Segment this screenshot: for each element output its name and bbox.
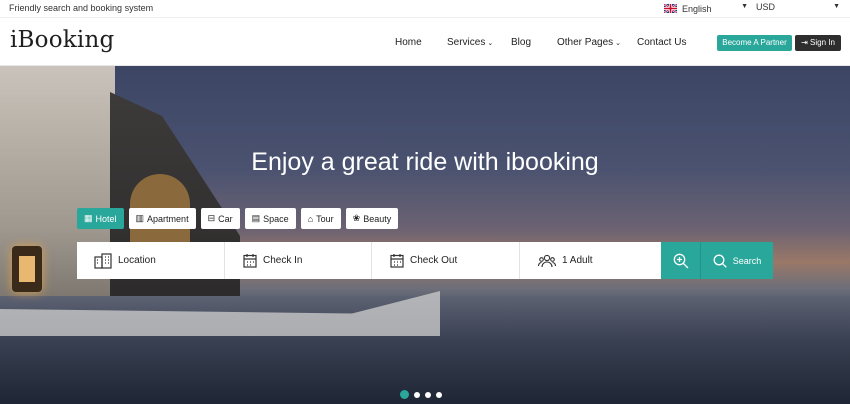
sign-in-button[interactable]: ⇥ Sign In [795, 35, 841, 51]
tab-space-label: Space [263, 213, 289, 224]
caret-down-icon: ▼ [741, 3, 748, 10]
location-label: Location [118, 255, 156, 266]
apartment-icon: ▥ [135, 213, 145, 223]
uk-flag-icon [663, 3, 678, 14]
location-field[interactable]: Location [77, 242, 225, 279]
carousel-dot[interactable] [436, 391, 442, 398]
tab-car-label: Car [218, 213, 233, 224]
hero-headline: Enjoy a great ride with ibooking [251, 148, 599, 176]
zoom-in-icon [673, 253, 688, 268]
tagline: Friendly search and booking system [9, 3, 154, 13]
car-icon: ⊟ [207, 213, 216, 223]
nav-home[interactable]: Home [395, 37, 422, 48]
become-partner-button[interactable]: Become A Partner [717, 35, 792, 51]
nav-blog[interactable]: Blog [511, 37, 531, 48]
tab-beauty[interactable]: ❀ Beauty [345, 208, 399, 229]
carousel-dot[interactable] [400, 390, 409, 399]
tab-space[interactable]: ▤ Space [244, 208, 296, 229]
check-out-label: Check Out [410, 255, 458, 266]
carousel-dots [400, 390, 447, 399]
guests-label: 1 Adult [562, 255, 593, 266]
nav-services[interactable]: Services ⌄ [447, 37, 493, 48]
calendar-icon [243, 254, 257, 268]
check-out-field[interactable]: Check Out [372, 242, 520, 279]
main-header: iBooking Home Services ⌄ Blog Other Pages… [0, 19, 850, 66]
tab-hotel-label: Hotel [95, 213, 117, 224]
guests-field[interactable]: 1 Adult [520, 242, 661, 279]
check-in-label: Check In [263, 255, 303, 266]
hotel-icon: ▦ [84, 213, 93, 223]
service-tabs: ▦ Hotel ▥ Apartment ⊟ Car ▤ Space ⌂ Tour… [77, 208, 403, 229]
tour-icon: ⌂ [307, 213, 314, 224]
advanced-search-button[interactable] [661, 242, 701, 279]
carousel-dot[interactable] [414, 391, 420, 398]
nav-other-pages-label: Other Pages [557, 37, 614, 48]
tab-apartment[interactable]: ▥ Apartment [128, 208, 196, 229]
top-bar: Friendly search and booking system Engli… [0, 0, 850, 18]
calendar-icon [390, 254, 404, 268]
logo[interactable]: iBooking [10, 27, 114, 53]
search-icon [713, 254, 727, 268]
tab-tour-label: Tour [316, 213, 334, 224]
currency-select[interactable]: USD ▼ [756, 2, 840, 15]
users-icon [538, 254, 556, 267]
nav-other-pages[interactable]: Other Pages ⌄ [557, 37, 621, 48]
sign-in-label: Sign In [810, 38, 835, 47]
language-label: English [682, 3, 712, 14]
tab-tour[interactable]: ⌂ Tour [300, 208, 341, 229]
tab-beauty-label: Beauty [363, 213, 392, 224]
check-in-field[interactable]: Check In [225, 242, 372, 279]
tab-car[interactable]: ⊟ Car [200, 208, 240, 229]
nav-services-label: Services [447, 37, 486, 48]
sign-in-icon: ⇥ [801, 38, 808, 47]
carousel-dot[interactable] [425, 391, 431, 398]
beauty-icon: ❀ [352, 213, 361, 223]
tab-hotel[interactable]: ▦ Hotel [77, 208, 124, 229]
building-icon [94, 252, 112, 269]
hero-banner: Enjoy a great ride with ibooking ▦ Hotel… [0, 66, 850, 404]
currency-label: USD [756, 2, 776, 12]
chevron-down-icon: ⌄ [615, 40, 622, 47]
chevron-down-icon: ⌄ [487, 40, 494, 47]
hero-lantern [12, 246, 42, 292]
nav-contact[interactable]: Contact Us [637, 37, 686, 48]
search-button-label: Search [732, 255, 762, 266]
space-icon: ▤ [251, 213, 261, 223]
search-bar: Location Check In Check Out 1 Adult Sear… [77, 242, 773, 279]
search-button[interactable]: Search [701, 242, 773, 279]
caret-down-icon: ▼ [833, 3, 840, 10]
language-select[interactable]: English ▼ [663, 2, 748, 15]
tab-apartment-label: Apartment [147, 213, 189, 224]
